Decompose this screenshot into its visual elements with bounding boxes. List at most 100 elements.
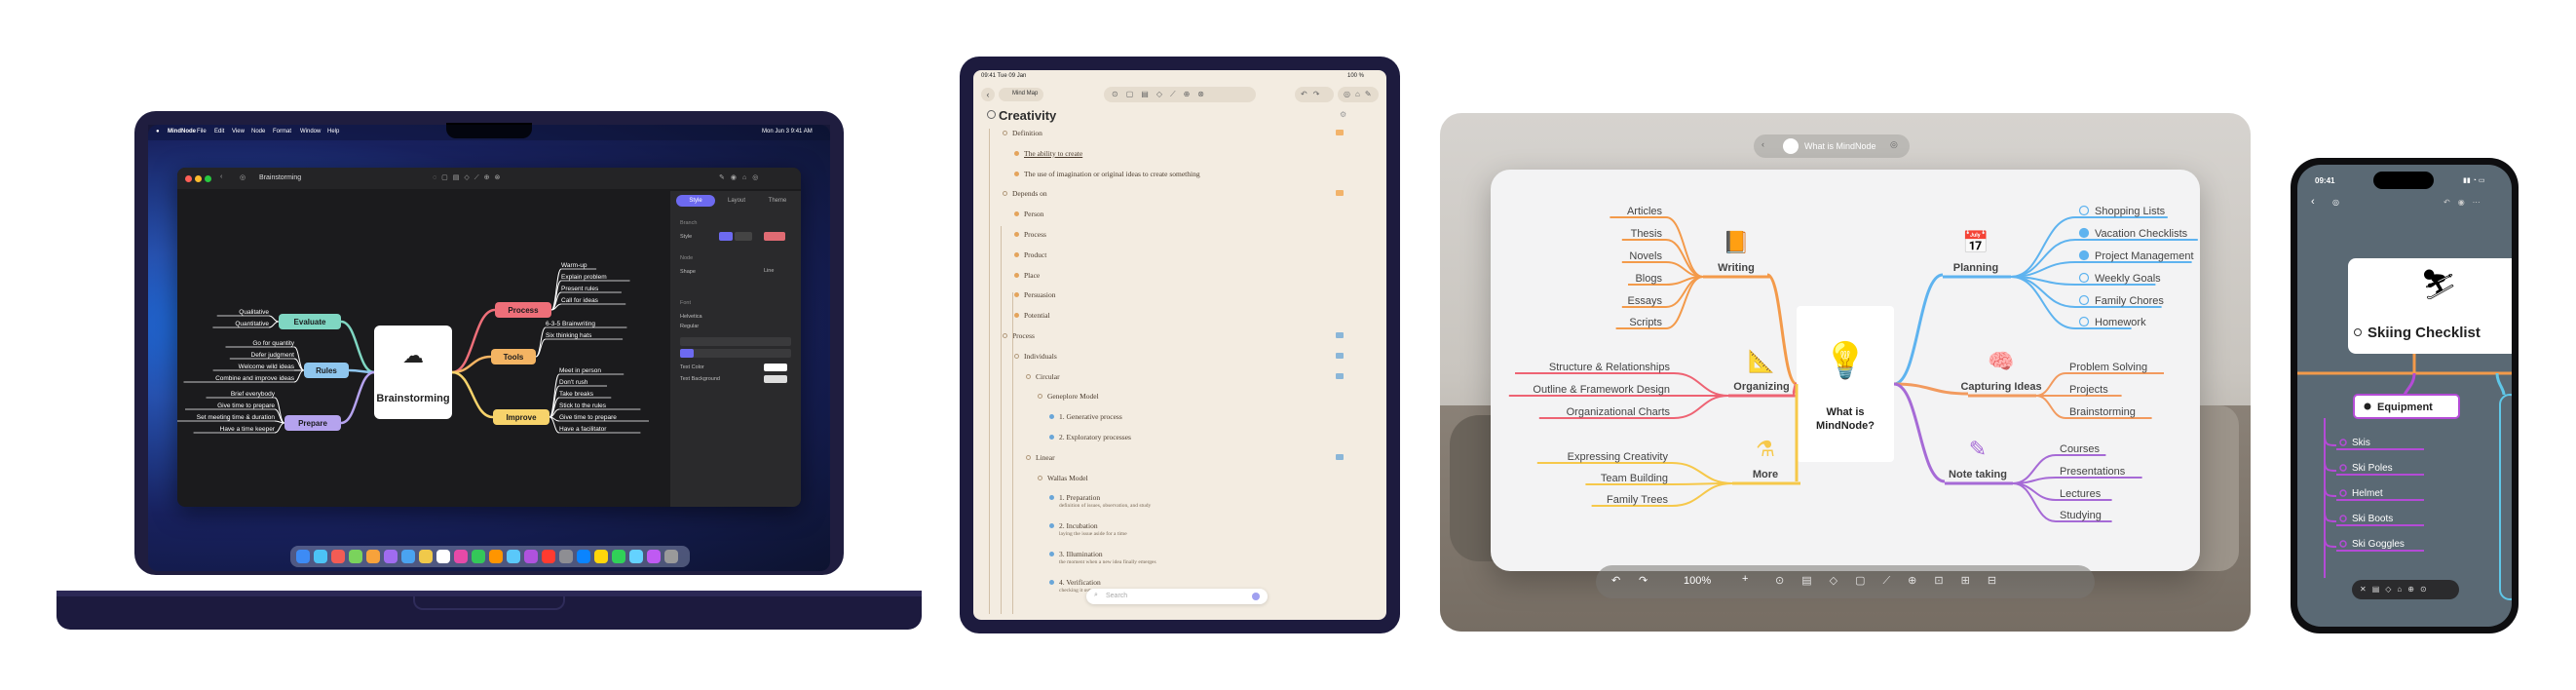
outline-row[interactable]: 4. Verification	[1059, 578, 1101, 587]
ipad-toolbar-icons[interactable]: ⊙▢▤◇⟋⊕⊗	[1104, 87, 1256, 102]
share-icon[interactable]: ◎	[1890, 139, 1898, 150]
vision-leaf-node[interactable]: Vacation Checklists	[2095, 228, 2188, 240]
leaf-node[interactable]: Brief everybody	[231, 391, 276, 398]
unchecked-checkbox[interactable]	[2078, 316, 2090, 327]
vision-leaf-node[interactable]: Presentations	[2060, 466, 2126, 478]
leaf-node[interactable]: Take breaks	[559, 391, 594, 398]
font-weight[interactable]: Regular	[680, 324, 699, 329]
leaf-node[interactable]: Qualitative	[239, 309, 269, 316]
collapse-toggle-icon[interactable]	[1003, 131, 1007, 135]
alignment-row[interactable]	[680, 349, 791, 358]
dock-app-icon[interactable]	[384, 550, 398, 563]
outline-row[interactable]: Person	[1024, 210, 1043, 218]
collapse-toggle-icon[interactable]	[1003, 333, 1007, 338]
phone-leaf-node[interactable]: Skis	[2352, 438, 2370, 448]
zoom-button[interactable]	[205, 175, 211, 182]
unchecked-checkbox[interactable]	[2078, 272, 2090, 284]
leaf-node[interactable]: Warm-up	[561, 262, 587, 269]
outline-row[interactable]: Place	[1024, 271, 1040, 280]
leaf-node[interactable]: Defer judgment	[251, 352, 295, 359]
vision-leaf-node[interactable]: Novels	[1629, 250, 1662, 262]
style-swatch-2[interactable]	[735, 232, 752, 241]
collapse-toggle-icon[interactable]	[1003, 191, 1007, 197]
inspector-icons[interactable]: ✎◉⌂◎	[719, 173, 764, 181]
dock-app-icon[interactable]	[664, 550, 678, 563]
outline-settings-icon[interactable]: ⚙	[1340, 110, 1346, 119]
leaf-node[interactable]: Have a facilitator	[559, 426, 607, 433]
vision-leaf-node[interactable]: Project Management	[2095, 250, 2194, 262]
vision-leaf-node[interactable]: Brainstorming	[2069, 406, 2136, 418]
text-color-swatch[interactable]	[764, 364, 787, 371]
outline-row[interactable]: 2. Exploratory processes	[1059, 433, 1131, 441]
close-button[interactable]	[185, 175, 192, 182]
menu-window[interactable]: Window	[300, 129, 321, 134]
minimize-button[interactable]	[195, 175, 202, 182]
outline-row[interactable]: Potential	[1024, 311, 1050, 320]
dock-app-icon[interactable]	[594, 550, 608, 563]
vision-leaf-node[interactable]: Problem Solving	[2069, 362, 2147, 373]
phone-leaf-checkbox[interactable]	[2339, 540, 2347, 548]
zoom-level[interactable]: 100%	[1684, 575, 1711, 587]
outline-row[interactable]: Geneplore Model	[1047, 392, 1099, 401]
vision-leaf-node[interactable]: Articles	[1627, 206, 1663, 217]
vision-doc-title[interactable]: What is MindNode	[1804, 141, 1876, 151]
dock-app-icon[interactable]	[542, 550, 555, 563]
undo-icon[interactable]: ↶	[1611, 574, 1620, 587]
menu-format[interactable]: Format	[273, 129, 291, 134]
outline-title[interactable]: Creativity	[999, 108, 1056, 123]
dock-app-icon[interactable]	[612, 550, 625, 563]
vision-leaf-node[interactable]: Outline & Framework Design	[1533, 384, 1670, 396]
outline-row[interactable]: Process	[1012, 331, 1035, 340]
phone-leaf-node[interactable]: Ski Boots	[2352, 514, 2393, 524]
vision-branch-label[interactable]: More	[1753, 469, 1778, 480]
leaf-node[interactable]: Have a time keeper	[220, 426, 276, 433]
phone-leaf-checkbox[interactable]	[2339, 439, 2347, 446]
menu-view[interactable]: View	[232, 129, 245, 134]
dock-app-icon[interactable]	[419, 550, 433, 563]
menu-file[interactable]: File	[197, 129, 207, 134]
outline-row[interactable]: Linear	[1036, 453, 1055, 462]
center-node[interactable]	[374, 326, 452, 419]
dock-app-icon[interactable]	[331, 550, 345, 563]
outline-collapse-icon[interactable]	[987, 110, 996, 119]
outline-row[interactable]: 2. Incubation	[1059, 521, 1098, 530]
ipad-doc-title[interactable]: Mind Map	[1012, 91, 1038, 96]
outline-row[interactable]: 3. Illumination	[1059, 550, 1103, 558]
dock-app-icon[interactable]	[577, 550, 590, 563]
collapse-toggle-icon[interactable]	[1026, 373, 1031, 379]
tab-theme[interactable]: Theme	[758, 195, 797, 207]
redo-icon[interactable]: ↷	[1639, 574, 1648, 587]
outline-row[interactable]: Process	[1024, 230, 1046, 239]
vision-leaf-node[interactable]: Family Trees	[1607, 494, 1668, 506]
checked-checkbox[interactable]	[2078, 249, 2090, 261]
unchecked-checkbox[interactable]	[2078, 294, 2090, 306]
dock-app-icon[interactable]	[436, 550, 450, 563]
leaf-node[interactable]: Set meeting time & duration	[197, 414, 276, 421]
align-left-button[interactable]	[680, 349, 694, 358]
menu-help[interactable]: Help	[327, 129, 339, 134]
vision-leaf-node[interactable]: Projects	[2069, 384, 2108, 396]
mic-icon[interactable]	[1252, 593, 1260, 600]
vision-leaf-node[interactable]: Weekly Goals	[2095, 273, 2161, 285]
leaf-node[interactable]: Give time to prepare	[217, 402, 275, 409]
dock-app-icon[interactable]	[401, 550, 415, 563]
iphone-toolbar[interactable]: ✕▤◇⌂⊕⊙	[2352, 580, 2459, 599]
leaf-node[interactable]: Six thinking hats	[546, 332, 592, 339]
phone-leaf-node[interactable]: Ski Poles	[2352, 463, 2393, 474]
vision-branch-label[interactable]: Writing	[1718, 262, 1755, 274]
dock-app-icon[interactable]	[489, 550, 503, 563]
vision-leaf-node[interactable]: Lectures	[2060, 488, 2102, 500]
vision-leaf-node[interactable]: Shopping Lists	[2095, 206, 2166, 217]
root-collapse-icon[interactable]	[2354, 328, 2362, 336]
add-icon[interactable]: +	[1742, 573, 1748, 585]
vision-leaf-node[interactable]: Scripts	[1629, 317, 1662, 328]
color-swatch[interactable]	[764, 232, 785, 241]
dock-app-icon[interactable]	[349, 550, 362, 563]
leaf-node[interactable]: Meet in person	[559, 367, 601, 374]
vision-center-node[interactable]	[1797, 306, 1894, 462]
collapse-toggle-icon[interactable]	[1014, 353, 1019, 359]
vision-leaf-node[interactable]: Blogs	[1635, 273, 1662, 285]
leaf-node[interactable]: Welcome wild ideas	[239, 364, 295, 370]
leaf-node[interactable]: Stick to the rules	[559, 402, 607, 409]
dock-app-icon[interactable]	[629, 550, 643, 563]
